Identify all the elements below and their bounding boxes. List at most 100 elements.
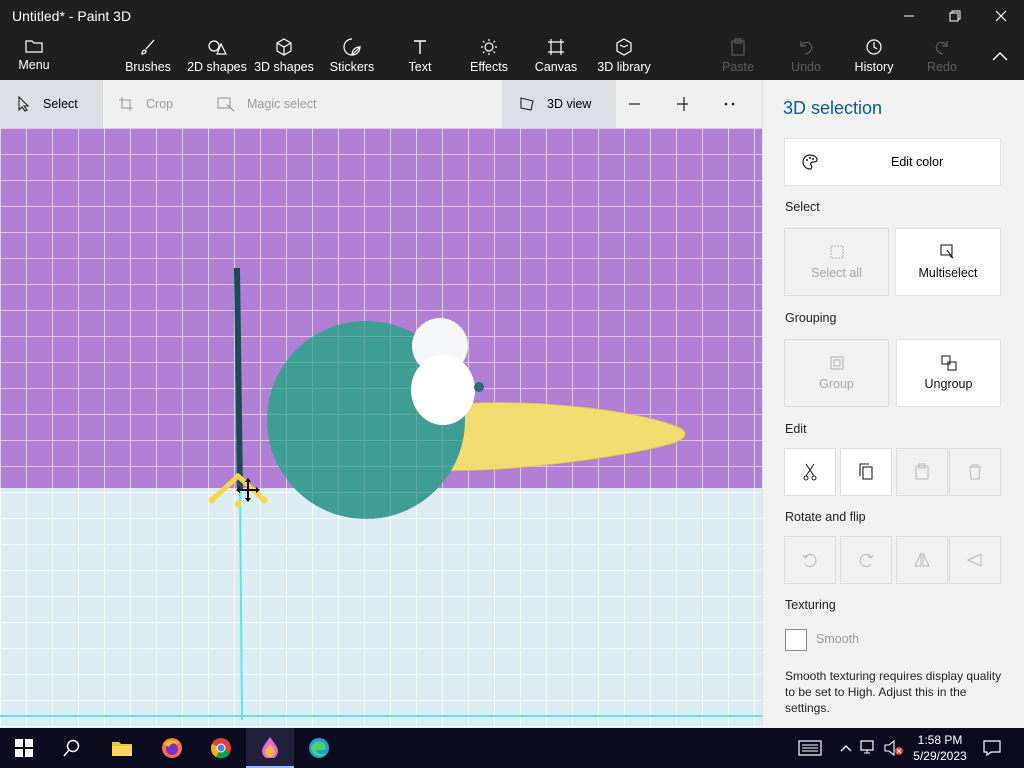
- close-button[interactable]: [978, 0, 1024, 32]
- group-label: Group: [819, 377, 854, 391]
- 3d-shapes-button[interactable]: 3D shapes: [253, 32, 315, 80]
- history-icon: [866, 39, 882, 55]
- crop-tool[interactable]: Crop: [118, 80, 198, 128]
- file-explorer-button[interactable]: [98, 728, 146, 768]
- show-hidden-icons-button[interactable]: [836, 728, 856, 768]
- floor-grid: [0, 488, 762, 728]
- taskbar: 1:58 PM 5/29/2023: [0, 728, 1024, 768]
- notifications-button[interactable]: [978, 728, 1006, 768]
- chevron-up-icon: [992, 52, 1008, 61]
- flip-horizontal-icon: [914, 552, 930, 567]
- multiselect-button[interactable]: Multiselect: [895, 228, 1001, 296]
- magic-select-label: Magic select: [247, 97, 317, 111]
- text-button[interactable]: Text: [397, 32, 443, 80]
- paste-button[interactable]: Paste: [718, 32, 758, 80]
- start-button[interactable]: [0, 728, 48, 768]
- flip-horizontal-button[interactable]: [896, 536, 948, 584]
- scissors-icon: [803, 463, 817, 481]
- brushes-button[interactable]: Brushes: [122, 32, 174, 80]
- paste-panel-button[interactable]: [896, 448, 948, 496]
- network-icon: [860, 740, 874, 754]
- magic-select-tool[interactable]: Magic select: [217, 80, 337, 128]
- edge-button[interactable]: [295, 728, 343, 768]
- white-blob-bottom[interactable]: [411, 355, 475, 425]
- undo-button[interactable]: Undo: [786, 32, 826, 80]
- effects-label: Effects: [470, 60, 508, 74]
- select-tool[interactable]: Select: [0, 80, 103, 128]
- firefox-button[interactable]: [148, 728, 196, 768]
- title-bar: Untitled* - Paint 3D: [0, 0, 1024, 32]
- paint3d-taskbar-button[interactable]: [246, 728, 294, 768]
- canvas-icon: [548, 39, 564, 55]
- 3d-shapes-label: 3D shapes: [254, 60, 314, 74]
- scene-3d[interactable]: [0, 128, 762, 728]
- delete-button[interactable]: [949, 448, 1001, 496]
- effects-button[interactable]: Effects: [466, 32, 512, 80]
- flip-vertical-button[interactable]: [949, 536, 1001, 584]
- group-button[interactable]: Group: [784, 339, 889, 407]
- undo-label: Undo: [791, 60, 821, 74]
- firefox-icon: [162, 738, 182, 758]
- select-all-button[interactable]: Select all: [784, 228, 889, 296]
- menu-button[interactable]: Menu: [8, 32, 60, 80]
- sticker-icon: [343, 38, 361, 56]
- more-options-button[interactable]: [724, 80, 748, 128]
- crop-label: Crop: [146, 97, 174, 111]
- smooth-checkbox[interactable]: [785, 629, 807, 651]
- 2d-shapes-label: 2D shapes: [187, 60, 247, 74]
- 3d-view-toggle[interactable]: 3D view: [502, 80, 616, 128]
- panel-title: 3D selection: [783, 98, 883, 118]
- selection-panel: 3D selection Edit color Select Select al…: [762, 80, 1024, 728]
- more-icon: [724, 102, 735, 106]
- rotate-left-button[interactable]: [784, 536, 836, 584]
- rod-object[interactable]: [234, 267, 243, 491]
- canvas-button[interactable]: Canvas: [533, 32, 579, 80]
- volume-button[interactable]: [882, 728, 906, 768]
- search-icon: [63, 739, 80, 757]
- chevron-up-tray-icon: [840, 745, 852, 752]
- copy-button[interactable]: [840, 448, 892, 496]
- volume-muted-icon: [884, 740, 903, 756]
- network-button[interactable]: [858, 728, 880, 768]
- select-all-label: Select all: [811, 266, 862, 280]
- drawing-canvas[interactable]: [0, 128, 762, 728]
- cursor-icon: [18, 96, 30, 112]
- file-explorer-icon: [112, 742, 132, 756]
- 3d-library-button[interactable]: 3D library: [596, 32, 652, 80]
- edit-section-heading: Edit: [785, 422, 807, 436]
- grouping-section-heading: Grouping: [785, 311, 837, 325]
- restore-button[interactable]: [932, 0, 978, 32]
- 3d-view-icon: [520, 97, 534, 111]
- redo-label: Redo: [927, 60, 957, 74]
- window-title: Untitled* - Paint 3D: [12, 8, 132, 24]
- search-button[interactable]: [48, 728, 96, 768]
- select-section-heading: Select: [785, 200, 820, 214]
- chrome-button[interactable]: [197, 728, 245, 768]
- text-icon: [414, 40, 426, 54]
- zoom-in-button[interactable]: [676, 80, 700, 128]
- action-center-tray-button[interactable]: [796, 728, 824, 768]
- clock-time: 1:58 PM: [917, 733, 963, 747]
- rotate-right-button[interactable]: [840, 536, 892, 584]
- clock[interactable]: 1:58 PM 5/29/2023: [910, 732, 970, 764]
- cut-button[interactable]: [784, 448, 836, 496]
- paste-icon: [731, 38, 745, 56]
- 3d-view-label: 3D view: [547, 97, 592, 111]
- smooth-label: Smooth: [816, 632, 860, 646]
- stickers-button[interactable]: Stickers: [326, 32, 378, 80]
- edit-color-button[interactable]: Edit color: [784, 138, 1001, 186]
- select-label: Select: [43, 97, 78, 111]
- redo-icon: [935, 41, 948, 55]
- history-button[interactable]: History: [850, 32, 898, 80]
- zoom-out-button[interactable]: [628, 80, 652, 128]
- close-icon: [995, 10, 1007, 22]
- 2d-shapes-button[interactable]: 2D shapes: [186, 32, 248, 80]
- keyboard-icon: [798, 740, 822, 756]
- minimize-icon: [904, 15, 914, 17]
- minimize-button[interactable]: [886, 0, 932, 32]
- minus-icon: [629, 103, 640, 105]
- collapse-ribbon-button[interactable]: [984, 32, 1016, 80]
- ungroup-button[interactable]: Ungroup: [896, 339, 1001, 407]
- notification-icon: [983, 740, 1001, 756]
- redo-button[interactable]: Redo: [922, 32, 962, 80]
